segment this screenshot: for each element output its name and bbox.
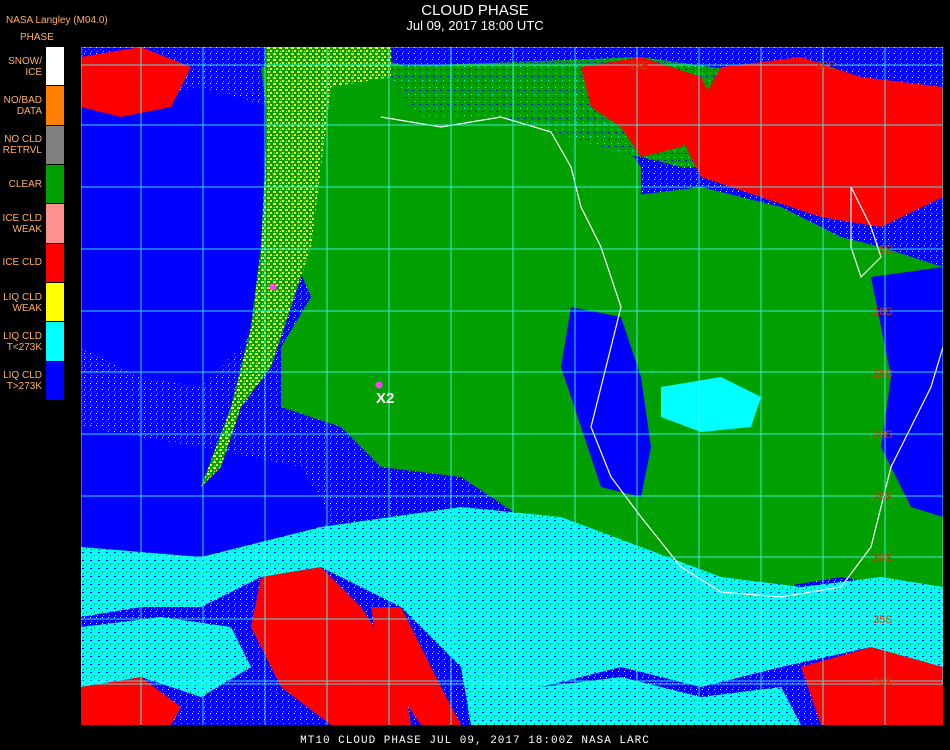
lat-label-30s: 30S <box>873 552 893 564</box>
lon-label-15e: 15E <box>629 60 649 72</box>
cloud-phase-map[interactable]: 15E 30E 5S 10S 15S 20S 25S 30S 35S 40S X… <box>81 47 943 725</box>
legend-swatch <box>46 165 64 205</box>
legend-swatch <box>46 47 64 87</box>
map-title: CLOUD PHASE <box>421 2 529 19</box>
legend-swatch <box>46 283 64 323</box>
lat-label-5s: 5S <box>879 244 892 256</box>
lat-label-35s: 35S <box>873 614 893 626</box>
lat-label-10s: 10S <box>873 306 893 318</box>
legend-swatch <box>46 125 64 165</box>
legend-swatch <box>46 204 64 244</box>
legend-label: LIQ CLD T>273K <box>3 370 42 393</box>
map-timestamp: Jul 09, 2017 18:00 UTC <box>406 18 544 33</box>
lat-label-15s: 15S <box>873 368 893 380</box>
lon-label-30e: 30E <box>816 60 836 72</box>
lat-label-20s: 20S <box>873 429 893 441</box>
legend-label: LIQ CLD T<273K <box>3 331 42 353</box>
location-marker-dot-2 <box>269 283 277 291</box>
legend-swatch <box>46 243 64 283</box>
legend-label: CLEAR <box>8 178 42 190</box>
location-marker-dot <box>375 381 383 389</box>
lat-label-40s: 40S <box>873 676 893 688</box>
legend-label: LIQ CLD WEAK <box>3 291 42 314</box>
legend-label: ICE CLD WEAK <box>2 213 42 235</box>
legend-label: SNOW/ ICE <box>8 55 42 78</box>
legend-label: ICE CLD <box>2 257 42 269</box>
lat-label-25s: 25S <box>873 491 893 503</box>
legend-title: PHASE <box>20 32 54 43</box>
legend-swatch <box>46 361 64 401</box>
legend-swatch <box>46 322 64 362</box>
legend-label: NO CLD RETRVL <box>2 134 42 157</box>
marker-label: X2 <box>376 390 394 407</box>
color-legend <box>46 47 64 401</box>
footer-caption: MT10 CLOUD PHASE JUL 09, 2017 18:00Z NAS… <box>300 735 650 747</box>
legend-swatch <box>46 86 64 126</box>
legend-label: NO/BAD DATA <box>3 95 42 117</box>
provider-label: NASA Langley (M04.0) <box>6 15 108 26</box>
